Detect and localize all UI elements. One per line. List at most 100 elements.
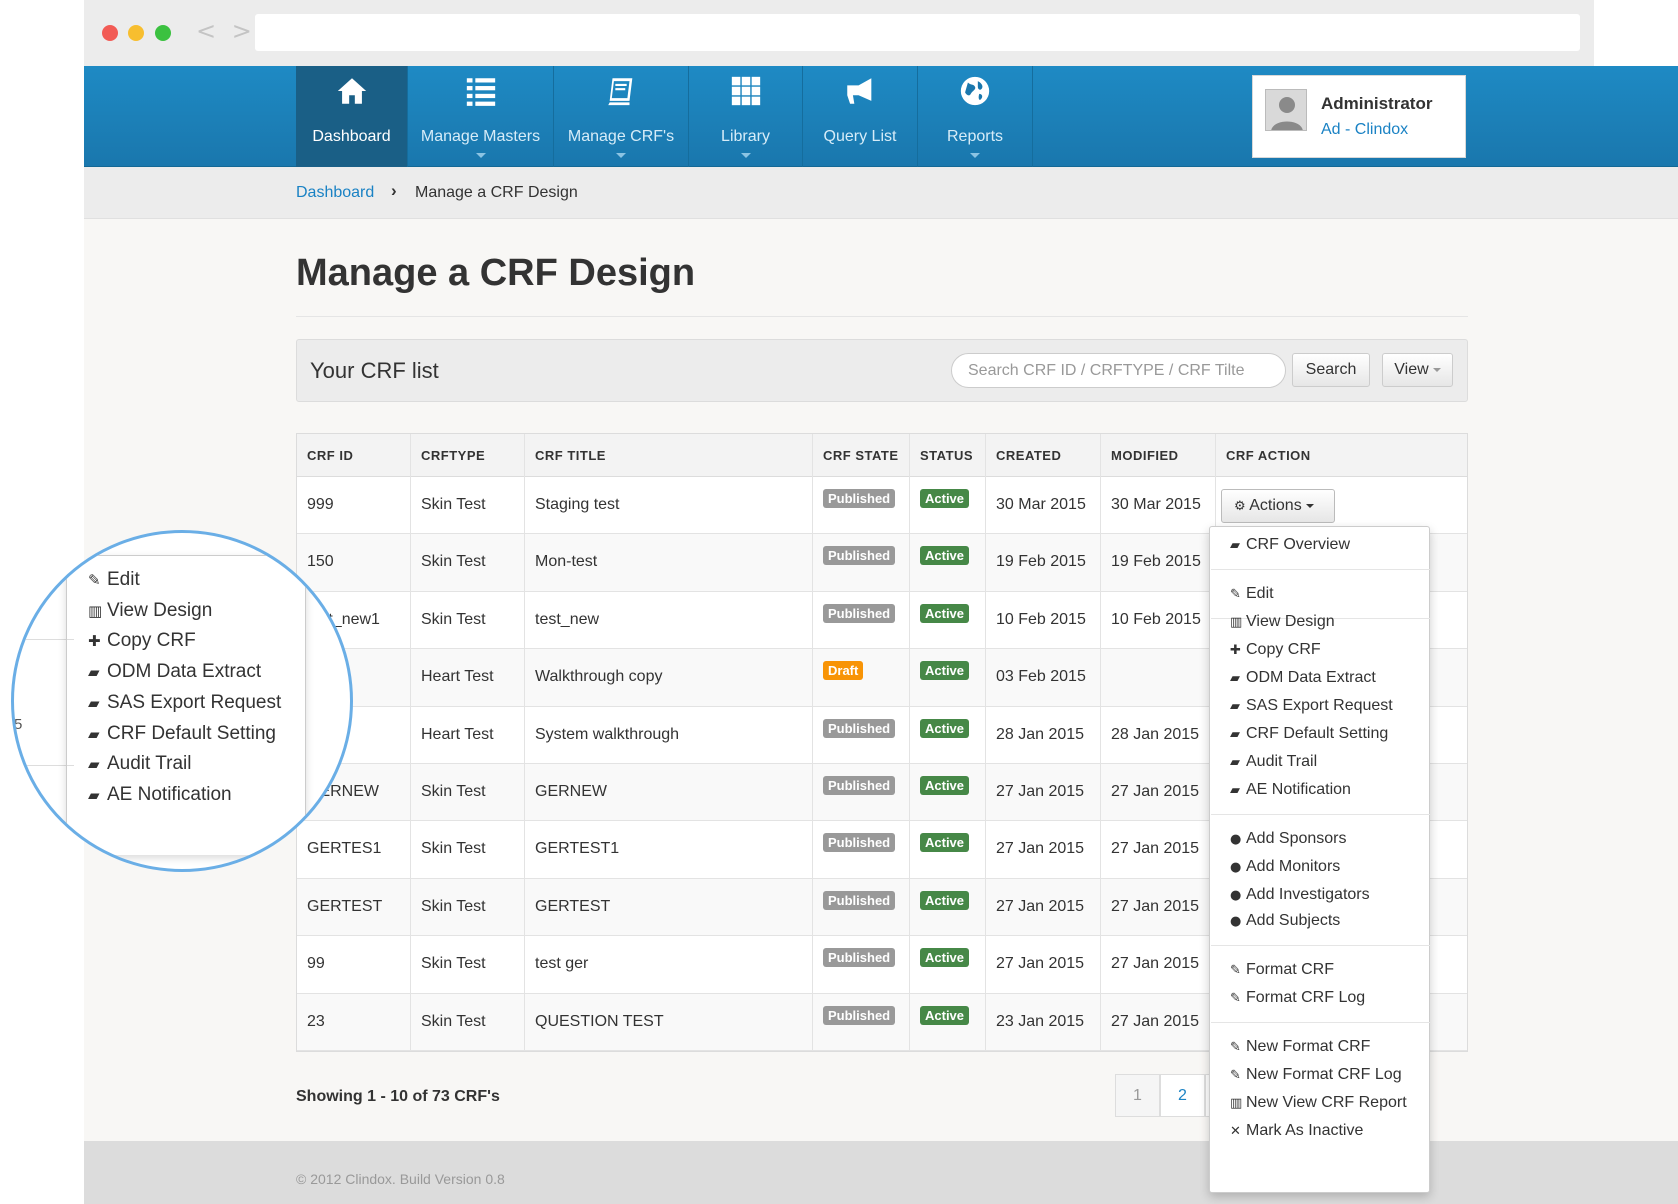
search-button[interactable]: Search	[1292, 353, 1370, 387]
menu-item-crf-default-setting[interactable]: ▰ CRF Default Setting	[1230, 725, 1388, 743]
menu-item-copy-crf[interactable]: ✚ Copy CRF	[1230, 641, 1321, 659]
magnified-item-audit-trail: ▰ Audit Trail	[88, 753, 191, 775]
crf-state-badge: Published	[823, 890, 896, 910]
nav-item-manage-crfs[interactable]: Manage CRF's	[554, 66, 689, 167]
user-name: Administrator	[1321, 94, 1433, 113]
menu-item-ae-notification[interactable]: ▰ AE Notification	[1230, 781, 1351, 799]
divider	[1211, 814, 1430, 815]
menu-item-label: Add Subjects	[1246, 912, 1341, 929]
nav-item-query-list[interactable]: Query List	[803, 66, 918, 167]
divider	[14, 765, 74, 766]
page-2[interactable]: 2	[1160, 1074, 1205, 1117]
status-badge: Active	[920, 546, 970, 566]
menu-item-label: CRF Default Setting	[1246, 725, 1389, 742]
breadcrumb-dashboard-link[interactable]: Dashboard	[296, 184, 374, 202]
search-input[interactable]	[951, 353, 1286, 388]
divider	[1211, 1022, 1430, 1023]
menu-item-add-sponsors[interactable]: ● Add Sponsors	[1230, 830, 1347, 848]
menu-item-label: Copy CRF	[1246, 641, 1321, 658]
book-icon: ▰	[88, 663, 100, 682]
modified-date: 27 Jan 2015	[1111, 782, 1200, 800]
magnified-item-copy-crf: ✚ Copy CRF	[88, 630, 196, 652]
divider	[1211, 569, 1430, 570]
view-dropdown-button[interactable]: View	[1382, 353, 1453, 387]
status-badge: Active	[920, 775, 970, 795]
actions-dropdown-button[interactable]: ⚙ Actions	[1221, 489, 1335, 523]
divider	[296, 316, 1468, 317]
browser-nav-arrows[interactable]: < >	[196, 17, 256, 45]
nav-item-library[interactable]: Library	[689, 66, 803, 167]
status-badge: Active	[920, 489, 970, 508]
menu-item-crf-overview[interactable]: ▰ CRF Overview	[1230, 536, 1350, 554]
column-header[interactable]: CRF TITLE	[535, 448, 606, 463]
nav-item-manage-masters[interactable]: Manage Masters	[408, 66, 554, 167]
chart-icon: ▥	[88, 601, 103, 620]
menu-item-label: Audit Trail	[1246, 753, 1318, 770]
crf-title: test_new	[535, 610, 600, 628]
column-header[interactable]: CRF STATE	[823, 448, 899, 463]
maximize-window-button[interactable]	[155, 25, 171, 41]
menu-item-audit-trail[interactable]: ▰ Audit Trail	[1230, 753, 1317, 771]
page-1[interactable]: 1	[1115, 1074, 1160, 1117]
chevron-down-icon	[475, 153, 486, 158]
crf-state-badge: Published	[823, 489, 896, 508]
column-header[interactable]: MODIFIED	[1111, 448, 1179, 463]
modified-date: 19 Feb 2015	[1111, 553, 1201, 571]
menu-item-edit[interactable]: ✎ Edit	[1230, 585, 1274, 603]
user-box[interactable]: Administrator Ad - Clindox	[1252, 75, 1466, 158]
column-header[interactable]: CREATED	[996, 448, 1061, 463]
table-header: CRF ID CRFTYPE CRF TITLE CRF STATE STATU…	[297, 434, 1467, 477]
list-title: Your CRF list	[310, 358, 439, 383]
crf-type: Skin Test	[421, 496, 486, 513]
column-header[interactable]: CRF ACTION	[1226, 448, 1311, 463]
status-badge: Active	[920, 603, 970, 623]
user-icon: ●	[1230, 832, 1242, 847]
crf-type: Heart Test	[421, 668, 494, 686]
menu-item-format-crf[interactable]: ✎ Format CRF	[1230, 961, 1334, 979]
magnified-item-label: View Design	[107, 599, 213, 621]
column-header[interactable]: STATUS	[920, 448, 973, 463]
page-title: Manage a CRF Design	[296, 252, 696, 294]
book-icon: ▰	[88, 693, 100, 712]
menu-item-new-format-crf[interactable]: ✎ New Format CRF	[1230, 1038, 1370, 1056]
crf-state-badge: Published	[823, 833, 896, 853]
crf-state-badge: Published	[823, 775, 896, 795]
modified-date: 10 Feb 2015	[1111, 610, 1201, 628]
column-header[interactable]: CRFTYPE	[421, 448, 485, 463]
menu-item-new-format-crf-log[interactable]: ✎ New Format CRF Log	[1230, 1066, 1402, 1084]
nav-label: Manage CRF's	[567, 128, 675, 145]
modified-date: 27 Jan 2015	[1111, 1012, 1200, 1030]
nav-item-dashboard[interactable]: Dashboard	[296, 66, 408, 167]
nav-item-reports[interactable]: Reports	[918, 66, 1033, 167]
magnified-item-edit: ✎ Edit	[88, 569, 140, 591]
url-bar[interactable]	[255, 14, 1580, 51]
footer-text: © 2012 Clindox. Build Version 0.8	[296, 1171, 505, 1187]
close-window-button[interactable]	[102, 25, 118, 41]
menu-item-add-investigators[interactable]: ● Add Investigators	[1230, 886, 1370, 904]
menu-item-mark-as-inactive[interactable]: ✕ Mark As Inactive	[1230, 1122, 1363, 1140]
menu-item-format-crf-log[interactable]: ✎ Format CRF Log	[1230, 989, 1365, 1007]
view-label: View	[1394, 361, 1429, 378]
book-icon: ▰	[1230, 699, 1240, 714]
user-role-link[interactable]: Ad - Clindox	[1321, 121, 1408, 139]
crf-id: GERTEST	[307, 897, 383, 915]
menu-item-view-design[interactable]: ▥ View Design	[1230, 613, 1335, 631]
crf-state-badge: Published	[823, 948, 896, 968]
pencil-icon: ✎	[1230, 587, 1241, 602]
menu-item-add-monitors[interactable]: ● Add Monitors	[1230, 858, 1340, 876]
crf-type: Skin Test	[421, 782, 486, 800]
menu-item-sas-export-request[interactable]: ▰ SAS Export Request	[1230, 697, 1393, 715]
menu-item-new-view-crf-report[interactable]: ▥ New View CRF Report	[1230, 1094, 1407, 1112]
menu-item-add-subjects[interactable]: ● Add Subjects	[1230, 912, 1340, 930]
plus-icon: ✚	[1230, 643, 1241, 658]
menu-item-odm-data-extract[interactable]: ▰ ODM Data Extract	[1230, 669, 1376, 687]
browser-chrome: < >	[84, 0, 1594, 66]
status-badge: Active	[920, 661, 970, 681]
menu-item-label: Add Investigators	[1246, 886, 1370, 903]
magnifier-edge-text: 5	[14, 716, 23, 733]
modified-date: 27 Jan 2015	[1111, 955, 1200, 973]
chevron-down-icon	[1305, 503, 1314, 508]
column-header[interactable]: CRF ID	[307, 448, 353, 463]
crf-id: 99	[307, 955, 325, 973]
minimize-window-button[interactable]	[128, 25, 144, 41]
